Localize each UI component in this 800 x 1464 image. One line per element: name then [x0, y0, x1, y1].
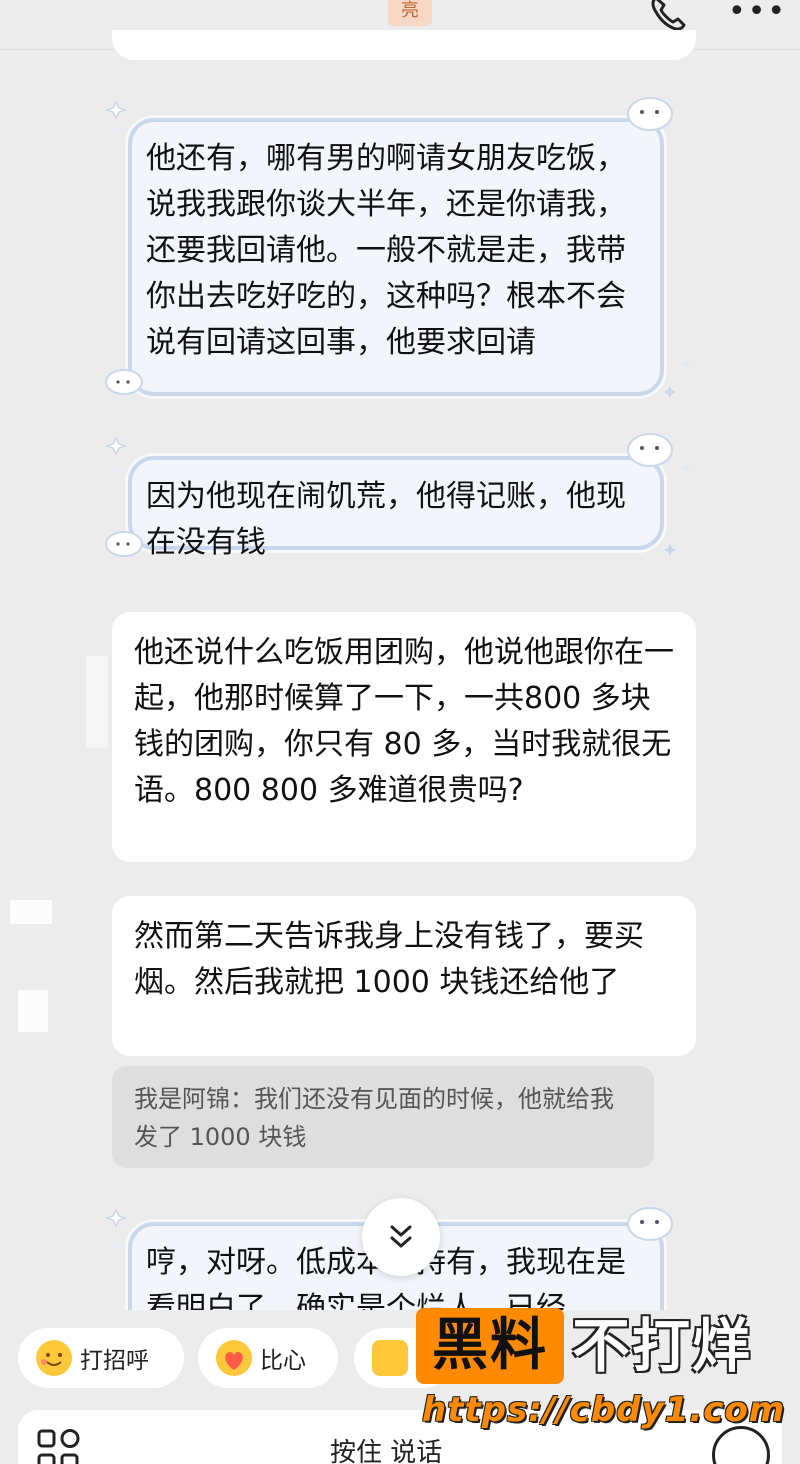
contact-name[interactable]: 亮 — [388, 0, 432, 26]
message-bubble[interactable]: 然而第二天告诉我身上没有钱了，要买烟。然后我就把 1000 块钱还给他了 — [112, 896, 696, 1056]
blurred-avatar — [86, 656, 108, 748]
thumbs-up-emoji-icon — [372, 1340, 408, 1376]
watermark-url: https://cbdy1.com — [422, 1390, 786, 1430]
quick-reply-label: 打招呼 — [80, 1348, 149, 1374]
quoted-text: 我是阿锦：我们还没有见面的时候，他就给我发了 1000 块钱 — [134, 1085, 614, 1151]
hold-to-talk-label[interactable]: 按住 说话 — [330, 1432, 442, 1464]
previous-message-bubble — [112, 30, 696, 60]
scroll-down-button[interactable] — [362, 1198, 440, 1276]
blurred-avatar — [10, 900, 52, 924]
smile-emoji-icon — [36, 1340, 72, 1376]
blurred-avatar — [18, 990, 48, 1032]
message-text: 他还说什么吃饭用团购，他说他跟你在一起，他那时候算了一下，一共800 多块钱的团… — [134, 635, 674, 808]
quick-reply-heart[interactable]: 比心 — [198, 1328, 338, 1388]
quick-reply-label: 比心 — [260, 1348, 306, 1374]
more-icon[interactable]: ••• — [728, 0, 787, 29]
bubble-decoration — [104, 433, 690, 557]
message-bubble[interactable]: 他还说什么吃饭用团购，他说他跟你在一起，他那时候算了一下，一共800 多块钱的团… — [112, 612, 696, 862]
heart-hand-emoji-icon — [216, 1340, 252, 1376]
watermark: 黑料 不打烊 https://cbdy1.com — [416, 1306, 800, 1436]
chevron-double-down-icon — [390, 1225, 412, 1248]
apps-grid-icon[interactable] — [36, 1428, 82, 1464]
watermark-side-text: 不打烊 — [572, 1312, 753, 1380]
quoted-message[interactable]: 我是阿锦：我们还没有见面的时候，他就给我发了 1000 块钱 — [112, 1066, 654, 1168]
bubble-decoration — [104, 97, 690, 398]
message-text: 然而第二天告诉我身上没有钱了，要买烟。然后我就把 1000 块钱还给他了 — [134, 919, 644, 1000]
watermark-box: 黑料 — [416, 1308, 564, 1384]
quick-reply-greet[interactable]: 打招呼 — [18, 1328, 184, 1388]
